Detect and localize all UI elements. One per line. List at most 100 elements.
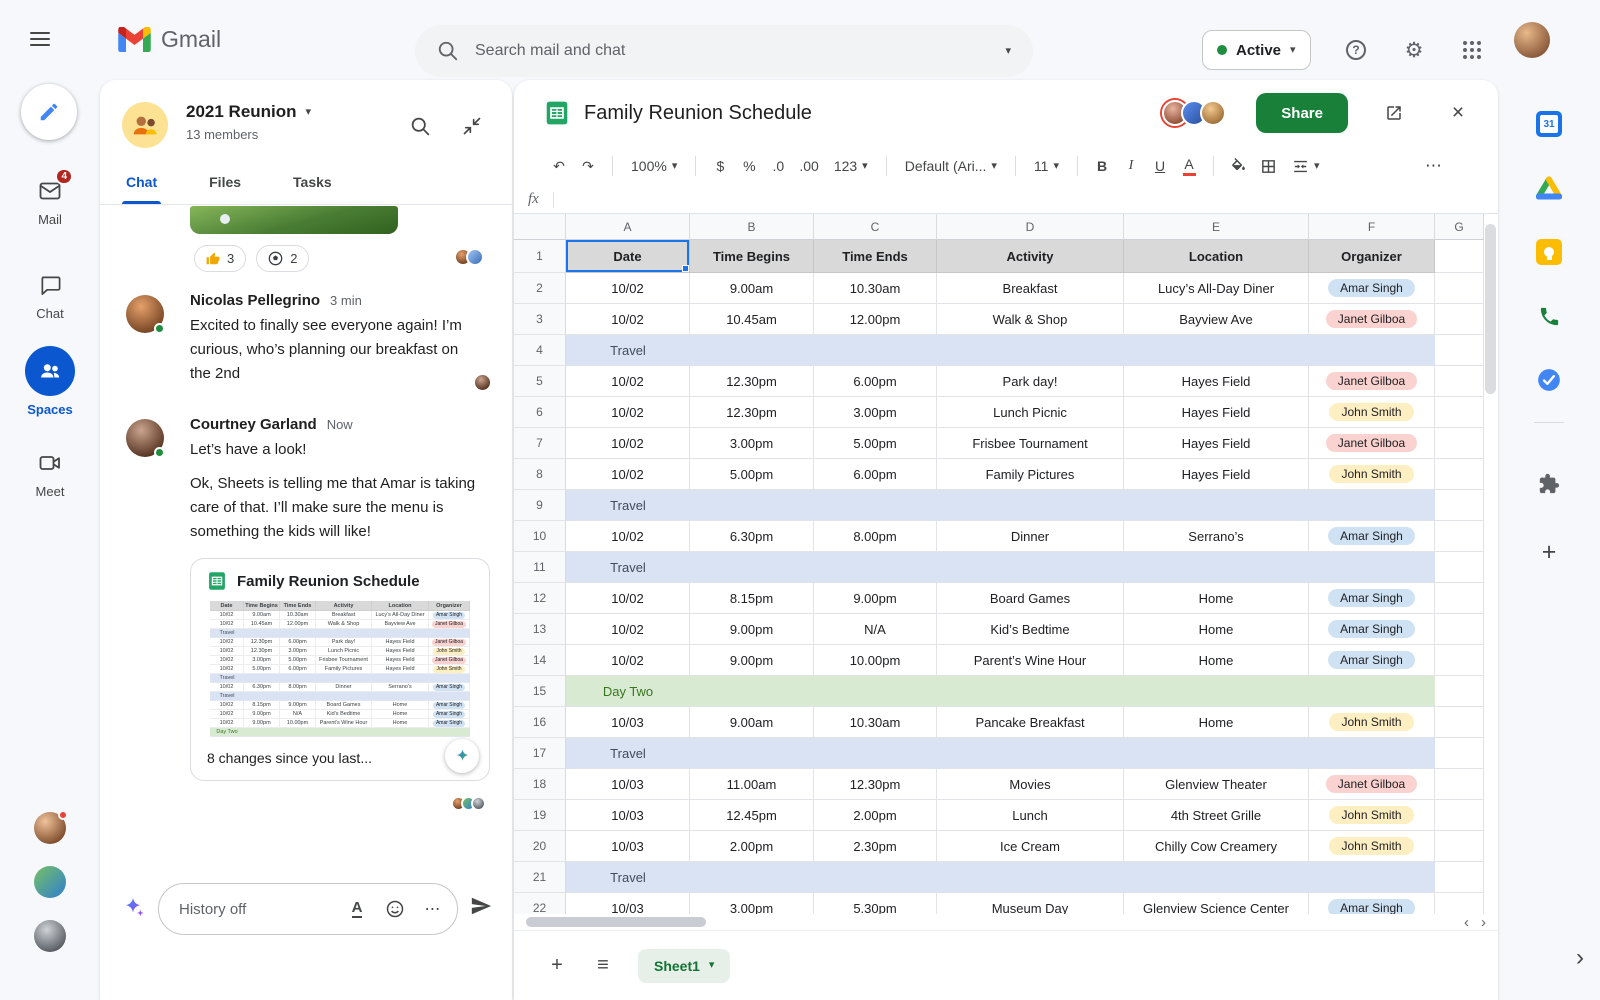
scroll-right-button[interactable]: › [1481,914,1486,931]
sheet-cell[interactable]: Hayes Field [1124,459,1309,490]
italic-button[interactable]: I [1118,152,1144,180]
sheet-cell[interactable]: 9.00pm [690,614,814,645]
sheet-cell[interactable]: 2.30pm [814,831,937,862]
search-options-button[interactable] [1005,46,1011,57]
fill-handle[interactable] [682,265,689,272]
sheet-cell[interactable] [1435,335,1484,366]
row-number[interactable]: 8 [514,459,566,490]
row-number[interactable]: 16 [514,707,566,738]
sheet-cell[interactable] [1435,769,1484,800]
sheet-cell[interactable]: Organizer [1309,240,1435,273]
travel-row[interactable]: Travel [566,738,1435,769]
apps-grid-button[interactable] [1452,30,1492,70]
sheet-cell[interactable]: 12.30pm [690,397,814,428]
increase-decimal-button[interactable]: .00 [794,152,823,180]
sheet-cell[interactable] [1435,521,1484,552]
message-input[interactable] [179,900,333,918]
format-button[interactable]: A [343,895,371,923]
call-panel-button[interactable] [1529,296,1569,336]
travel-row[interactable]: Travel [566,335,1435,366]
emoji-button[interactable] [381,895,409,923]
travel-row[interactable]: Travel [566,490,1435,521]
sheet-cell[interactable]: Glenview Theater [1124,769,1309,800]
tab-files[interactable]: Files [207,172,243,204]
sidebar-item-spaces[interactable]: Spaces [0,346,100,417]
keep-panel-button[interactable] [1529,232,1569,272]
sheet-cell[interactable]: 10/02 [566,304,690,335]
row-number[interactable]: 13 [514,614,566,645]
space-title[interactable]: 2021 Reunion [186,102,311,122]
sheet-cell[interactable]: Janet Gilboa [1309,769,1435,800]
underline-button[interactable]: U [1147,152,1173,180]
sheet-cell[interactable]: Home [1124,645,1309,676]
space-avatar[interactable] [122,102,168,148]
sheet-cell[interactable]: 10/02 [566,273,690,304]
sheet-cell[interactable]: 10/02 [566,397,690,428]
tasks-panel-button[interactable] [1529,360,1569,400]
sheet-cell[interactable]: 10/03 [566,707,690,738]
sheet-cell[interactable]: Frisbee Tournament [937,428,1124,459]
row-number[interactable]: 4 [514,335,566,366]
sheet-cell[interactable]: 9.00pm [814,583,937,614]
user-avatar[interactable] [1514,22,1550,58]
row-number[interactable]: 20 [514,831,566,862]
sheet-cell[interactable]: John Smith [1309,459,1435,490]
settings-button[interactable]: ⚙ [1394,30,1434,70]
row-number[interactable]: 5 [514,366,566,397]
merge-cells-button[interactable] [1285,152,1327,180]
collaborator-avatar[interactable] [1200,100,1227,126]
row-number[interactable]: 14 [514,645,566,676]
sheet-cell[interactable]: 8.15pm [690,583,814,614]
sheet-cell[interactable]: 2.00pm [814,800,937,831]
number-format-button[interactable]: 123 [827,152,875,180]
sheet-cell[interactable]: Hayes Field [1124,428,1309,459]
borders-button[interactable] [1255,152,1282,180]
sheet-cell[interactable]: Serrano’s [1124,521,1309,552]
sheet-cell[interactable] [1435,831,1484,862]
redo-button[interactable]: ↷ [575,152,601,180]
reaction-thumbs-up[interactable]: 3 [194,245,247,272]
avatar[interactable] [126,419,165,458]
sheet-tab-sheet1[interactable]: Sheet1 [638,948,731,983]
sheet-cell[interactable]: Glenview Science Center [1124,893,1309,914]
zoom-select[interactable]: 100% [624,152,684,180]
font-size-select[interactable]: 11 [1027,152,1066,180]
sheet-cell[interactable]: 9.00am [690,273,814,304]
bold-button[interactable]: B [1089,152,1115,180]
column-header-A[interactable]: A [566,214,690,240]
sheet-cell[interactable]: Activity [937,240,1124,273]
sheet-cell[interactable]: Janet Gilboa [1309,428,1435,459]
sheet-cell[interactable]: Time Begins [690,240,814,273]
sheet-cell[interactable]: 10.45am [690,304,814,335]
sheet-cell[interactable] [1435,428,1484,459]
row-number[interactable]: 19 [514,800,566,831]
sheet-cell[interactable]: Walk & Shop [937,304,1124,335]
row-number[interactable]: 17 [514,738,566,769]
tab-tasks[interactable]: Tasks [291,172,334,204]
sheet-cell[interactable] [1435,862,1484,893]
close-button[interactable]: × [1440,95,1476,131]
help-button[interactable]: ? [1336,30,1376,70]
decrease-decimal-button[interactable]: .0 [765,152,791,180]
search-input[interactable] [475,42,990,60]
sheet-cell[interactable]: 5.00pm [814,428,937,459]
drive-panel-button[interactable] [1529,168,1569,208]
sheet-cell[interactable]: 10/02 [566,459,690,490]
sheet-cell[interactable]: 9.00pm [690,645,814,676]
addons-panel-button[interactable] [1529,464,1569,504]
sheet-cell[interactable] [1435,893,1484,914]
row-number[interactable]: 3 [514,304,566,335]
sheet-cell[interactable]: Chilly Cow Creamery [1124,831,1309,862]
sidebar-item-meet[interactable]: Meet [0,448,100,499]
format-percent-button[interactable]: % [736,152,762,180]
sheet-cell[interactable]: Date [566,240,690,273]
sheet-cell[interactable] [1435,397,1484,428]
sheet-preview-card[interactable]: Family Reunion Schedule Date Time Begins T… [190,558,490,781]
sheet-cell[interactable]: Parent’s Wine Hour [937,645,1124,676]
sheet-cell[interactable]: 10/02 [566,583,690,614]
sheet-cell[interactable]: Bayview Ave [1124,304,1309,335]
sheet-cell[interactable]: 10/03 [566,800,690,831]
row-number[interactable]: 1 [514,240,566,273]
sheet-cell[interactable]: Janet Gilboa [1309,366,1435,397]
sheet-cell[interactable]: Pancake Breakfast [937,707,1124,738]
